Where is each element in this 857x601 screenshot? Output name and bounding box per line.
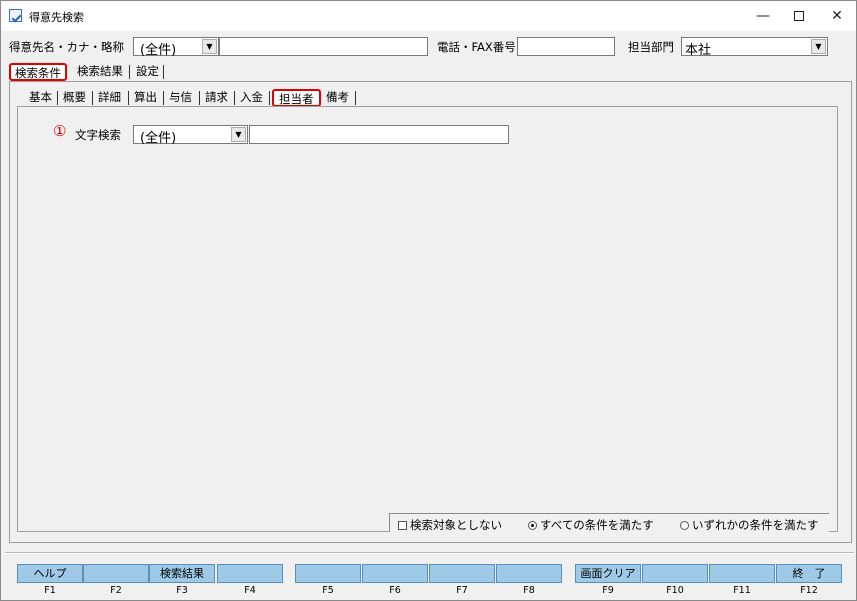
tab-separator (355, 91, 356, 105)
f2-button[interactable] (83, 564, 149, 583)
chevron-down-icon[interactable]: ▼ (811, 39, 826, 54)
tab-separator (129, 65, 130, 79)
search-window: 得意先検索 — ✕ 得意先名・カナ・略称 (全件) ▼ 電話・FAX番号 担当部… (0, 0, 857, 601)
f8-button[interactable] (496, 564, 562, 583)
tab-separator (163, 91, 164, 105)
f1-help-button[interactable]: ヘルプ (17, 564, 83, 583)
department-label: 担当部門 (628, 40, 674, 54)
f12-key-label: F12 (800, 585, 818, 596)
match-any-radio[interactable]: いずれかの条件を満たす (680, 517, 819, 533)
close-button[interactable]: ✕ (815, 1, 857, 31)
person-in-charge-panel (17, 106, 838, 532)
condition-options: 検索対象としない すべての条件を満たす いずれかの条件を満たす (389, 513, 829, 532)
text-search-mode-select[interactable]: (全件) ▼ (133, 125, 248, 146)
app-icon (9, 9, 22, 22)
maximize-icon (794, 11, 804, 21)
f11-button[interactable] (709, 564, 775, 583)
department-value: 本社 (685, 43, 712, 58)
f12-exit-button[interactable]: 終 了 (776, 564, 842, 583)
checkbox-icon[interactable] (398, 521, 407, 530)
f10-button[interactable] (642, 564, 708, 583)
divider (5, 552, 854, 554)
radio-selected-icon[interactable] (528, 521, 537, 530)
f10-key-label: F10 (666, 585, 684, 596)
f6-button[interactable] (362, 564, 428, 583)
f9-clear-screen-button[interactable]: 画面クリア (575, 564, 641, 583)
tab-separator (128, 91, 129, 105)
f3-key-label: F3 (176, 585, 188, 596)
name-mode-select[interactable]: (全件) ▼ (133, 37, 219, 58)
match-all-radio[interactable]: すべての条件を満たす (528, 517, 654, 533)
subtab-billing[interactable]: 請求 (203, 89, 230, 107)
tab-search-conditions[interactable]: 検索条件 (9, 63, 67, 81)
tab-separator (57, 91, 58, 105)
text-search-label: 文字検索 (75, 128, 121, 142)
tab-separator (199, 91, 200, 105)
annotation-marker: ① (53, 122, 67, 140)
name-mode-value: (全件) (140, 43, 177, 58)
f6-key-label: F6 (389, 585, 401, 596)
subtab-notes[interactable]: 備考 (324, 89, 351, 107)
f8-key-label: F8 (523, 585, 535, 596)
name-search-input[interactable] (219, 37, 428, 56)
f7-key-label: F7 (456, 585, 468, 596)
subtab-calculation[interactable]: 算出 (132, 89, 159, 107)
exclude-label: 検索対象としない (410, 518, 502, 532)
title-bar: 得意先検索 — ✕ (1, 1, 856, 31)
text-search-mode-value: (全件) (140, 131, 177, 146)
subtab-person-in-charge[interactable]: 担当者 (272, 89, 321, 107)
exclude-checkbox[interactable]: 検索対象としない (398, 517, 502, 533)
f5-button[interactable] (295, 564, 361, 583)
f7-button[interactable] (429, 564, 495, 583)
match-any-label: いずれかの条件を満たす (692, 518, 819, 532)
f11-key-label: F11 (733, 585, 751, 596)
tab-separator (92, 91, 93, 105)
chevron-down-icon[interactable]: ▼ (202, 39, 217, 54)
f5-key-label: F5 (322, 585, 334, 596)
phone-input[interactable] (517, 37, 615, 56)
chevron-down-icon[interactable]: ▼ (231, 127, 246, 142)
name-search-label: 得意先名・カナ・略称 (9, 40, 124, 54)
match-all-label: すべての条件を満たす (540, 518, 654, 532)
radio-icon[interactable] (680, 521, 689, 530)
function-key-bar: ヘルプ F1 F2 検索結果 F3 F4 F5 F6 F7 F8 画面クリア F… (9, 558, 852, 598)
tab-settings[interactable]: 設定 (132, 63, 163, 81)
subtab-details[interactable]: 詳細 (96, 89, 123, 107)
f2-key-label: F2 (110, 585, 122, 596)
f4-key-label: F4 (244, 585, 256, 596)
subtab-basic[interactable]: 基本 (27, 89, 54, 107)
f1-key-label: F1 (44, 585, 56, 596)
department-select[interactable]: 本社 ▼ (681, 37, 828, 58)
window-title: 得意先検索 (29, 11, 84, 24)
f4-button[interactable] (217, 564, 283, 583)
phone-label: 電話・FAX番号 (437, 40, 516, 54)
f3-search-results-button[interactable]: 検索結果 (149, 564, 215, 583)
subtab-overview[interactable]: 概要 (61, 89, 88, 107)
subtab-credit[interactable]: 与信 (167, 89, 194, 107)
f9-key-label: F9 (602, 585, 614, 596)
text-search-input[interactable] (249, 125, 509, 144)
tab-separator (234, 91, 235, 105)
tab-search-results[interactable]: 検索結果 (73, 63, 127, 81)
subtab-payment[interactable]: 入金 (238, 89, 265, 107)
tab-separator (269, 91, 270, 105)
tab-separator (163, 65, 164, 79)
